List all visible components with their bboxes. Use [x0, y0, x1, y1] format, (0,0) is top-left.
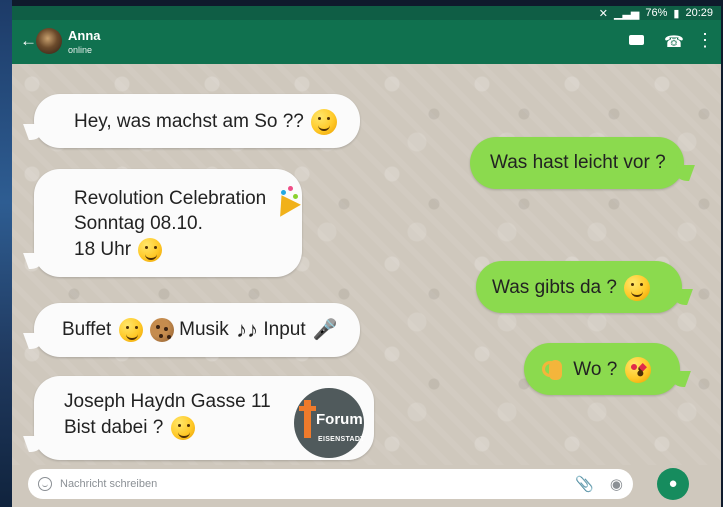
message-line: Sonntag 08.10.	[74, 213, 203, 234]
incoming-message-2[interactable]: Revolution Celebration Sonntag 08.10. 18…	[34, 169, 302, 277]
smiling-face-emoji	[138, 238, 163, 262]
forum-logo-subtitle: EISENSTADT	[318, 436, 365, 443]
hugging-face-emoji	[170, 416, 195, 440]
video-call-icon[interactable]	[629, 35, 644, 45]
message-line: 18 Uhr	[74, 239, 137, 261]
ok-hand-emoji	[542, 357, 568, 383]
message-text: Wo ?	[573, 359, 623, 381]
message-text: Buffet	[62, 319, 117, 341]
chat-screen: ✕ ▁▃▅ 76% ▮ 20:29 ← Anna online ☎ ⋮ Hey,…	[12, 6, 721, 507]
outgoing-message-2[interactable]: Was gibts da ?	[476, 261, 682, 313]
back-arrow-icon[interactable]: ←	[20, 32, 37, 50]
message-input[interactable]: Nachricht schreiben 📎 ◉	[28, 469, 633, 499]
incoming-message-4[interactable]: Joseph Haydn Gasse 11 Bist dabei ? Forum…	[34, 376, 374, 460]
microphone-icon: ●	[668, 475, 678, 492]
cookie-emoji	[149, 318, 174, 342]
message-text: Was gibts da ?	[492, 277, 623, 299]
yum-face-emoji	[118, 318, 143, 342]
forum-logo-title: Forum	[316, 411, 363, 428]
musical-notes-emoji: ♪♪	[236, 317, 259, 342]
message-line: Revolution Celebration	[74, 188, 272, 210]
outgoing-message-1[interactable]: Was hast leicht vor ?	[470, 137, 684, 189]
mute-icon: ✕	[598, 7, 608, 20]
battery-percentage: 76%	[645, 7, 668, 19]
background-strip	[0, 0, 12, 507]
chat-header: ← Anna online ☎ ⋮	[12, 20, 721, 64]
avatar[interactable]	[36, 28, 62, 54]
message-text: Musik	[179, 319, 229, 341]
status-bar: ✕ ▁▃▅ 76% ▮ 20:29	[12, 6, 721, 20]
party-popper-emoji	[272, 185, 300, 213]
phone-icon[interactable]: ☎	[664, 32, 684, 52]
incoming-message-1[interactable]: Hey, was machst am So ??	[34, 94, 360, 148]
composer-bar: Nachricht schreiben 📎 ◉ ●	[12, 465, 721, 507]
signal-icon: ▁▃▅	[613, 7, 640, 20]
message-line: Joseph Haydn Gasse 11	[64, 391, 271, 412]
message-input-placeholder: Nachricht schreiben	[60, 478, 158, 490]
contact-status: online	[68, 45, 93, 55]
grimacing-face-emoji	[624, 275, 651, 301]
message-line: Bist dabei ?	[64, 417, 169, 439]
camera-icon[interactable]: ◉	[610, 475, 623, 493]
message-text: Was hast leicht vor ?	[490, 152, 666, 173]
message-text: Input	[263, 319, 311, 341]
emoji-picker-icon[interactable]	[38, 477, 52, 491]
forum-logo: Forum EISENSTADT	[294, 388, 365, 458]
cross-logo-icon	[299, 400, 316, 438]
message-text: Hey, was machst am So ??	[74, 111, 310, 133]
microphone-emoji: 🎤	[312, 319, 338, 341]
paperclip-icon[interactable]: 📎	[575, 475, 594, 493]
incoming-message-3[interactable]: Buffet Musik ♪♪ Input 🎤	[34, 303, 360, 357]
battery-icon: ▮	[673, 7, 680, 20]
microphone-button[interactable]: ●	[657, 468, 689, 500]
heart-eyes-emoji	[624, 357, 651, 383]
time: 20:29	[685, 7, 713, 19]
winking-face-emoji	[311, 109, 338, 135]
more-vert-icon[interactable]: ⋮	[696, 31, 714, 49]
contact-name[interactable]: Anna	[68, 28, 101, 43]
outgoing-message-3[interactable]: Wo ?	[524, 343, 680, 395]
message-list: Hey, was machst am So ?? Was hast leicht…	[12, 64, 721, 465]
